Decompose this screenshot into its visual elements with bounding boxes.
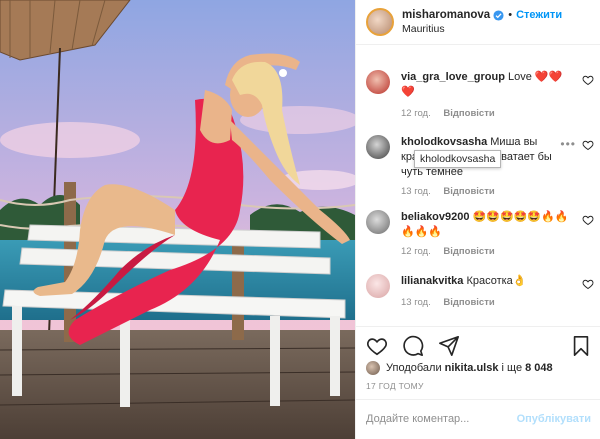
- comment-username[interactable]: beliakov9200: [401, 211, 470, 223]
- comment-username[interactable]: kholodkovsasha: [401, 136, 487, 148]
- liker-username[interactable]: nikita.ulsk: [445, 362, 499, 374]
- likes-summary: Уподобали nikita.ulsk і ще 8 048: [366, 361, 553, 375]
- reply-button[interactable]: Відповісти: [443, 186, 494, 197]
- comment-avatar[interactable]: [366, 274, 390, 298]
- author-avatar[interactable]: [366, 8, 394, 36]
- comment-time[interactable]: 12 год.: [401, 246, 431, 257]
- comment-username[interactable]: lilianakvitka: [401, 275, 463, 287]
- like-comment-heart-icon[interactable]: [582, 74, 594, 86]
- comment-username[interactable]: via_gra_love_group: [401, 71, 505, 83]
- post-photo[interactable]: [0, 0, 355, 439]
- like-comment-heart-icon[interactable]: [582, 278, 594, 290]
- instagram-post: misharomanova • Стежити Mauritius via_gr…: [0, 0, 600, 439]
- follow-button[interactable]: Стежити: [516, 8, 562, 22]
- comment-time[interactable]: 13 год.: [401, 297, 431, 308]
- comment-text: Красотка👌: [466, 275, 527, 287]
- publish-button[interactable]: Опублікувати: [517, 413, 591, 425]
- author-username[interactable]: misharomanova: [402, 8, 490, 22]
- comment-time[interactable]: 13 год.: [401, 186, 431, 197]
- comment-bubble-icon[interactable]: [402, 335, 424, 357]
- comment-input[interactable]: [366, 412, 516, 425]
- reply-button[interactable]: Відповісти: [443, 246, 494, 257]
- post-header: misharomanova • Стежити Mauritius: [356, 0, 600, 45]
- separator-dot: •: [508, 9, 513, 21]
- likes-count[interactable]: 8 048: [525, 362, 553, 374]
- comment-avatar[interactable]: [366, 135, 390, 159]
- comment-avatar[interactable]: [366, 70, 390, 94]
- liker-avatar[interactable]: [366, 361, 380, 375]
- more-options-icon[interactable]: •••: [560, 137, 576, 151]
- likes-prefix: Уподобали: [386, 362, 442, 374]
- comment-avatar[interactable]: [366, 210, 390, 234]
- share-paper-plane-icon[interactable]: [438, 335, 460, 357]
- post-actions: Уподобали nikita.ulsk і ще 8 048 17 ГОД …: [356, 326, 600, 436]
- add-comment-bar: Опублікувати: [356, 399, 600, 437]
- likes-suffix: і ще: [501, 362, 523, 374]
- comments-list[interactable]: via_gra_love_group Love ❤️❤️❤️ 12 год. В…: [356, 46, 600, 326]
- post-time[interactable]: 17 ГОД ТОМУ: [366, 381, 424, 391]
- like-comment-heart-icon[interactable]: [582, 139, 594, 151]
- post-sidebar: misharomanova • Стежити Mauritius via_gr…: [355, 0, 600, 439]
- verified-badge-icon: [493, 9, 504, 21]
- comment-time[interactable]: 12 год.: [401, 108, 431, 119]
- reply-button[interactable]: Відповісти: [443, 297, 494, 308]
- reply-button[interactable]: Відповісти: [443, 108, 494, 119]
- like-heart-icon[interactable]: [366, 335, 388, 357]
- post-location[interactable]: Mauritius: [402, 22, 562, 36]
- photo-illustration: [0, 0, 355, 439]
- username-tooltip: kholodkovsasha: [414, 150, 502, 168]
- bookmark-icon[interactable]: [571, 335, 591, 357]
- like-comment-heart-icon[interactable]: [582, 214, 594, 226]
